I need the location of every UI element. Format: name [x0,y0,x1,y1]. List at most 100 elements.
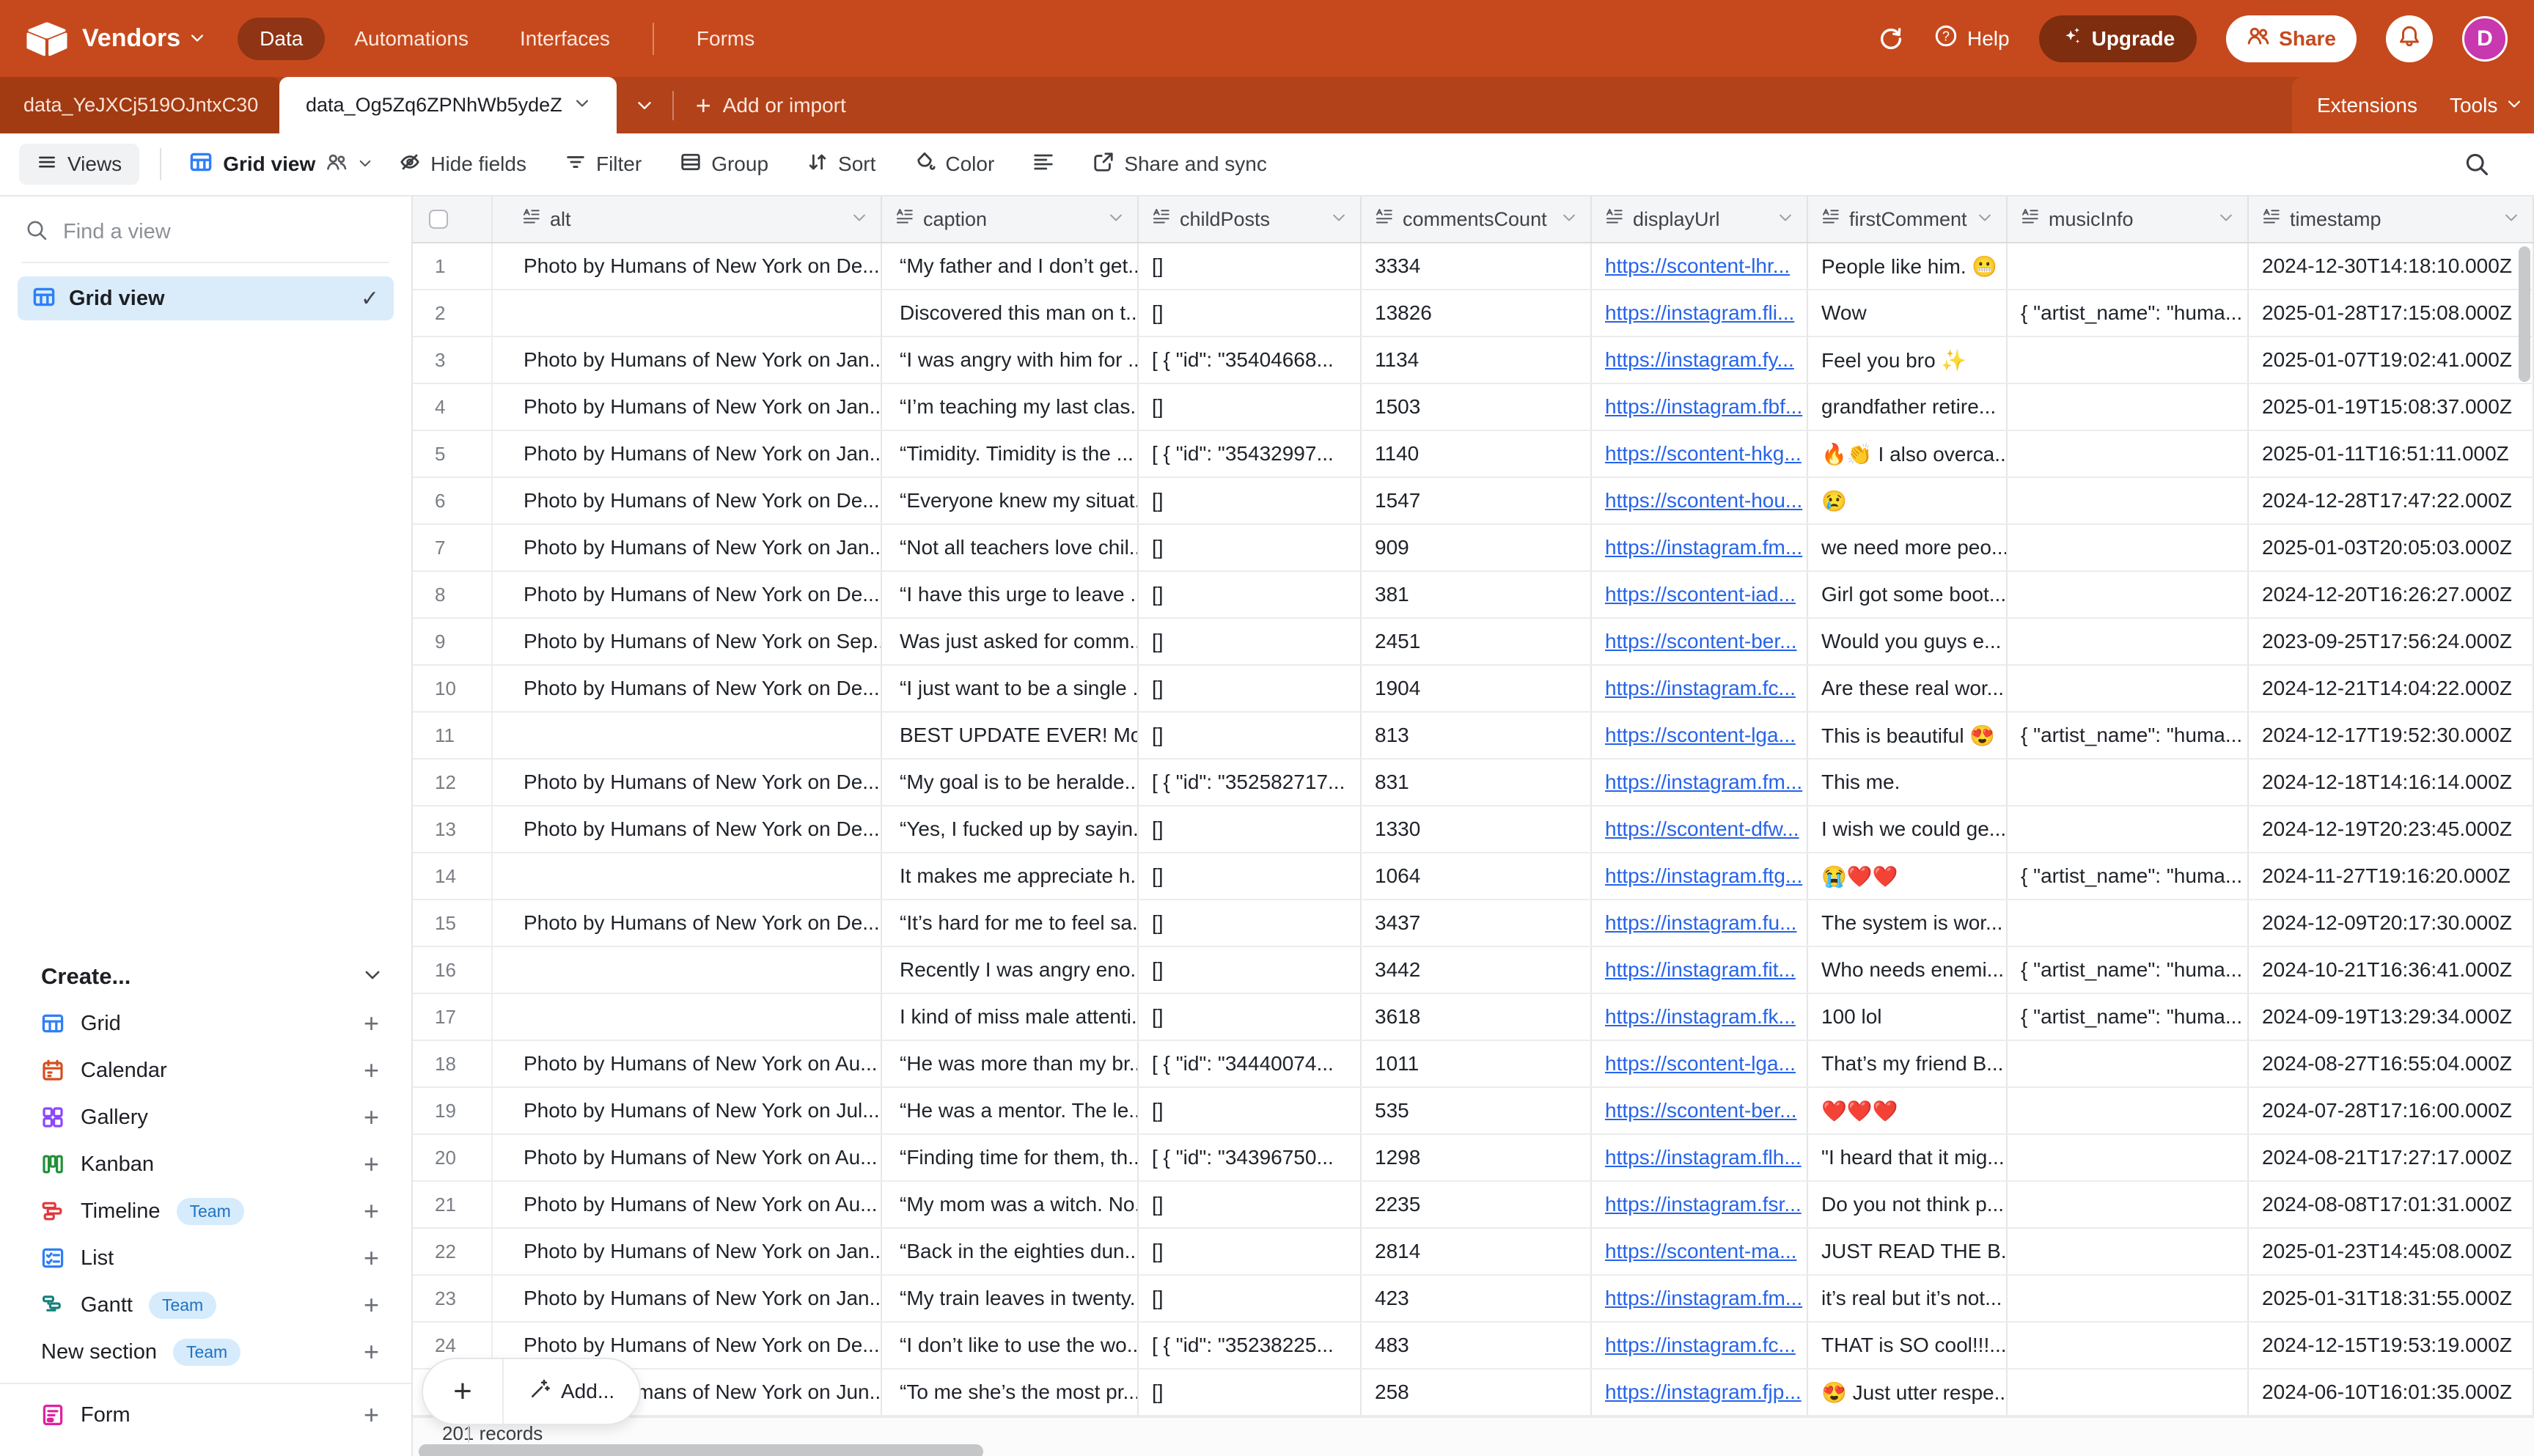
cell-childPosts[interactable]: [] [1139,1369,1362,1415]
cell-childPosts[interactable]: [ { "id": "35238225... [1139,1323,1362,1368]
cell-displayUrl[interactable]: https://scontent-lga... [1592,713,1808,758]
cell-timestamp[interactable]: 2025-01-19T15:08:37.000Z [2249,384,2534,430]
filter-button[interactable]: Filter [546,144,661,185]
column-header-timestamp[interactable]: timestamp [2249,196,2534,242]
cell-alt[interactable]: Photo by Humans of New York on Jan... [493,1229,882,1274]
cell-childPosts[interactable]: [] [1139,384,1362,430]
add-record-button[interactable]: + [423,1359,502,1424]
chevron-down-icon[interactable] [1108,208,1124,231]
row-number[interactable]: 3 [413,337,493,383]
group-button[interactable]: Group [661,144,787,185]
url-link[interactable]: https://scontent-dfw... [1605,817,1799,841]
cell-alt[interactable]: Photo by Humans of New York on De... [493,806,882,852]
cell-displayUrl[interactable]: https://instagram.fc... [1592,666,1808,711]
cell-caption[interactable]: It makes me appreciate h... [882,853,1139,899]
cell-childPosts[interactable]: [] [1139,243,1362,289]
cell-musicInfo[interactable] [2008,1182,2249,1227]
cell-firstComment[interactable]: it’s real but it’s not... [1808,1276,2008,1321]
cell-timestamp[interactable]: 2025-01-31T18:31:55.000Z [2249,1276,2534,1321]
cell-timestamp[interactable]: 2025-01-03T20:05:03.000Z [2249,525,2534,570]
cell-timestamp[interactable]: 2024-11-27T19:16:20.000Z [2249,853,2534,899]
airtable-logo-icon[interactable] [26,21,67,56]
cell-displayUrl[interactable]: https://scontent-dfw... [1592,806,1808,852]
cell-childPosts[interactable]: [] [1139,666,1362,711]
column-header-firstComment[interactable]: firstComment [1808,196,2008,242]
plus-icon[interactable]: + [364,1243,379,1273]
cell-childPosts[interactable]: [ { "id": "34440074... [1139,1041,1362,1087]
column-header-commentsCount[interactable]: commentsCount [1362,196,1592,242]
cell-commentsCount[interactable]: 423 [1362,1276,1592,1321]
cell-alt[interactable] [493,994,882,1040]
cell-firstComment[interactable]: I wish we could ge... [1808,806,2008,852]
cell-alt[interactable]: Photo by Humans of New York on De... [493,478,882,523]
plus-icon[interactable]: + [364,1102,379,1133]
url-link[interactable]: https://instagram.fsr... [1605,1193,1802,1216]
cell-commentsCount[interactable]: 3618 [1362,994,1592,1040]
cell-musicInfo[interactable] [2008,1323,2249,1368]
cell-timestamp[interactable]: 2024-12-28T17:47:22.000Z [2249,478,2534,523]
url-link[interactable]: https://instagram.flh... [1605,1146,1802,1169]
share-and-sync-button[interactable]: Share and sync [1073,144,1286,185]
row-number[interactable]: 7 [413,525,493,570]
cell-musicInfo[interactable]: { "artist_name": "huma... [2008,947,2249,993]
cell-timestamp[interactable]: 2024-09-19T13:29:34.000Z [2249,994,2534,1040]
cell-childPosts[interactable]: [] [1139,525,1362,570]
url-link[interactable]: https://scontent-lga... [1605,724,1796,747]
url-link[interactable]: https://instagram.fjp... [1605,1380,1802,1404]
cell-displayUrl[interactable]: https://instagram.fli... [1592,290,1808,336]
cell-musicInfo[interactable] [2008,384,2249,430]
views-toggle-button[interactable]: Views [19,144,139,185]
url-link[interactable]: https://instagram.fit... [1605,958,1796,982]
cell-childPosts[interactable]: [] [1139,900,1362,946]
cell-displayUrl[interactable]: https://scontent-hou... [1592,478,1808,523]
cell-commentsCount[interactable]: 3334 [1362,243,1592,289]
table-tab-inactive[interactable]: data_YeJXCj519OJntxC30 [0,77,279,133]
add-with-ai-button[interactable]: Add... [504,1359,639,1424]
cell-musicInfo[interactable] [2008,806,2249,852]
url-link[interactable]: https://instagram.fu... [1605,911,1796,935]
upgrade-button[interactable]: Upgrade [2039,15,2197,62]
create-item-form[interactable]: Form+ [0,1391,411,1438]
cell-displayUrl[interactable]: https://instagram.fsr... [1592,1182,1808,1227]
cell-caption[interactable]: “I’m teaching my last clas... [882,384,1139,430]
plus-icon[interactable]: + [364,1196,379,1227]
column-header-musicInfo[interactable]: musicInfo [2008,196,2249,242]
cell-childPosts[interactable]: [ { "id": "35432997... [1139,431,1362,477]
row-number[interactable]: 23 [413,1276,493,1321]
chevron-down-icon[interactable] [2503,208,2519,231]
url-link[interactable]: https://instagram.fc... [1605,1334,1796,1357]
cell-firstComment[interactable]: Who needs enemi... [1808,947,2008,993]
nav-tab-interfaces[interactable]: Interfaces [498,18,632,60]
sidebar-view-grid-view[interactable]: Grid view ✓ [18,276,394,320]
cell-timestamp[interactable]: 2025-01-07T19:02:41.000Z [2249,337,2534,383]
column-header-displayUrl[interactable]: displayUrl [1592,196,1808,242]
cell-childPosts[interactable]: [] [1139,806,1362,852]
cell-displayUrl[interactable]: https://scontent-hkg... [1592,431,1808,477]
cell-firstComment[interactable]: grandfather retire... [1808,384,2008,430]
cell-displayUrl[interactable]: https://instagram.fbf... [1592,384,1808,430]
cell-alt[interactable] [493,290,882,336]
cell-childPosts[interactable]: [] [1139,713,1362,758]
cell-alt[interactable]: Photo by Humans of New York on Jan... [493,337,882,383]
row-number[interactable]: 14 [413,853,493,899]
row-number[interactable]: 12 [413,760,493,805]
cell-firstComment[interactable]: "I heard that it mig... [1808,1135,2008,1180]
tables-list-chevron-icon[interactable] [617,77,672,133]
create-item-kanban[interactable]: Kanban+ [0,1141,411,1188]
row-number[interactable]: 21 [413,1182,493,1227]
horizontal-scrollbar[interactable] [419,1444,983,1456]
cell-musicInfo[interactable] [2008,1229,2249,1274]
row-number[interactable]: 6 [413,478,493,523]
cell-firstComment[interactable]: Feel you bro ✨ [1808,337,2008,383]
cell-timestamp[interactable]: 2024-08-08T17:01:31.000Z [2249,1182,2534,1227]
cell-firstComment[interactable]: 😍 Just utter respe... [1808,1369,2008,1415]
chevron-down-icon[interactable] [1977,208,1993,231]
cell-displayUrl[interactable]: https://instagram.fk... [1592,994,1808,1040]
cell-commentsCount[interactable]: 1011 [1362,1041,1592,1087]
row-number[interactable]: 13 [413,806,493,852]
row-number[interactable]: 18 [413,1041,493,1087]
cell-alt[interactable]: Photo by Humans of New York on De... [493,243,882,289]
cell-caption[interactable]: “To me she’s the most pr... [882,1369,1139,1415]
cell-musicInfo[interactable] [2008,1276,2249,1321]
create-item-list[interactable]: List+ [0,1235,411,1282]
